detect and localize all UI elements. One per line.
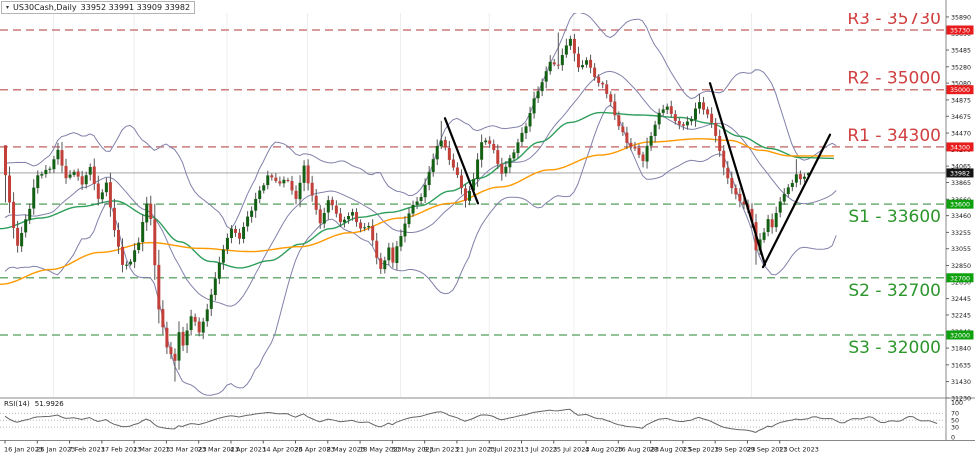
chart-symbol-period: US30Cash,Daily xyxy=(13,3,77,12)
svg-text:32850: 32850 xyxy=(951,263,971,270)
svg-text:33055: 33055 xyxy=(951,246,971,253)
svg-text:35485: 35485 xyxy=(951,48,971,55)
svg-text:35730: 35730 xyxy=(950,28,970,35)
time-axis[interactable]: 16 Jan 202326 Jan 20237 Feb 202317 Feb 2… xyxy=(4,441,819,454)
svg-text:32445: 32445 xyxy=(951,296,971,303)
svg-text:31430: 31430 xyxy=(951,379,971,386)
svg-text:34875: 34875 xyxy=(951,97,971,104)
svg-text:32000: 32000 xyxy=(950,333,970,340)
svg-text:33255: 33255 xyxy=(951,230,971,237)
main-chart-layer: R3 - 35730 R2 - 35000 R1 - 34300 S1 - 33600… xyxy=(0,9,946,397)
price-chart-canvas[interactable]: R3 - 35730 R2 - 35000 R1 - 34300 S1 - 33600… xyxy=(0,0,975,456)
r3-level-label: R3 - 35730 xyxy=(847,9,941,29)
r2-level-label: R2 - 35000 xyxy=(847,69,941,89)
svg-text:33460: 33460 xyxy=(951,213,971,220)
svg-text:33600: 33600 xyxy=(950,202,970,209)
svg-text:32245: 32245 xyxy=(951,312,971,319)
rsi-value: 51.9926 xyxy=(35,400,64,408)
time-tick-label: 11 Oct 2023 xyxy=(779,446,819,454)
time-tick-label: 25 Jul 2023 xyxy=(553,446,590,454)
svg-text:34675: 34675 xyxy=(951,114,971,121)
time-tick-label: 13 Jul 2023 xyxy=(520,446,557,454)
time-tick-label: 7 Feb 2023 xyxy=(69,446,105,454)
chart-window: R3 - 35730 R2 - 35000 R1 - 34300 S1 - 33600… xyxy=(0,0,975,456)
s2-level-label: S2 - 32700 xyxy=(848,281,941,301)
rsi-panel[interactable]: 1007050300 xyxy=(0,400,963,442)
trendline-2[interactable] xyxy=(710,83,765,265)
svg-text:34300: 34300 xyxy=(950,144,970,151)
s1-level-label: S1 - 33600 xyxy=(848,207,941,227)
svg-text:35000: 35000 xyxy=(950,87,970,94)
chart-ohlc-readout: 33952 33991 33909 33982 xyxy=(81,3,190,12)
time-tick-label: 4 Apr 2023 xyxy=(230,446,266,454)
svg-text:0: 0 xyxy=(951,435,955,442)
svg-text:34470: 34470 xyxy=(951,131,971,138)
svg-text:31840: 31840 xyxy=(951,346,971,353)
candlestick-series xyxy=(4,33,810,382)
bollinger-lower-band xyxy=(5,105,836,395)
chart-title-bar[interactable]: ▾ US30Cash,Daily 33952 33991 33909 33982 xyxy=(1,1,195,14)
trendline-3[interactable] xyxy=(763,135,830,267)
svg-text:30: 30 xyxy=(951,424,959,431)
rsi-name: RSI(14) xyxy=(4,400,30,408)
ma-slow-line xyxy=(0,139,834,284)
rsi-indicator-label: RSI(14) 51.9926 xyxy=(4,400,64,408)
r1-level-label: R1 - 34300 xyxy=(847,126,941,146)
svg-text:35890: 35890 xyxy=(951,14,971,21)
svg-text:32700: 32700 xyxy=(950,275,970,282)
s3-level-label: S3 - 32000 xyxy=(848,338,941,358)
time-tick-label: 3 Jul 2023 xyxy=(488,446,521,454)
dropdown-triangle-icon[interactable]: ▾ xyxy=(6,5,9,11)
svg-text:33982: 33982 xyxy=(950,170,970,177)
svg-text:33865: 33865 xyxy=(951,180,971,187)
svg-text:31635: 31635 xyxy=(951,362,971,369)
rsi-line xyxy=(5,409,937,432)
svg-text:35280: 35280 xyxy=(951,64,971,71)
time-tick-label: 9 Jun 2023 xyxy=(424,446,459,454)
svg-text:100: 100 xyxy=(951,400,963,407)
